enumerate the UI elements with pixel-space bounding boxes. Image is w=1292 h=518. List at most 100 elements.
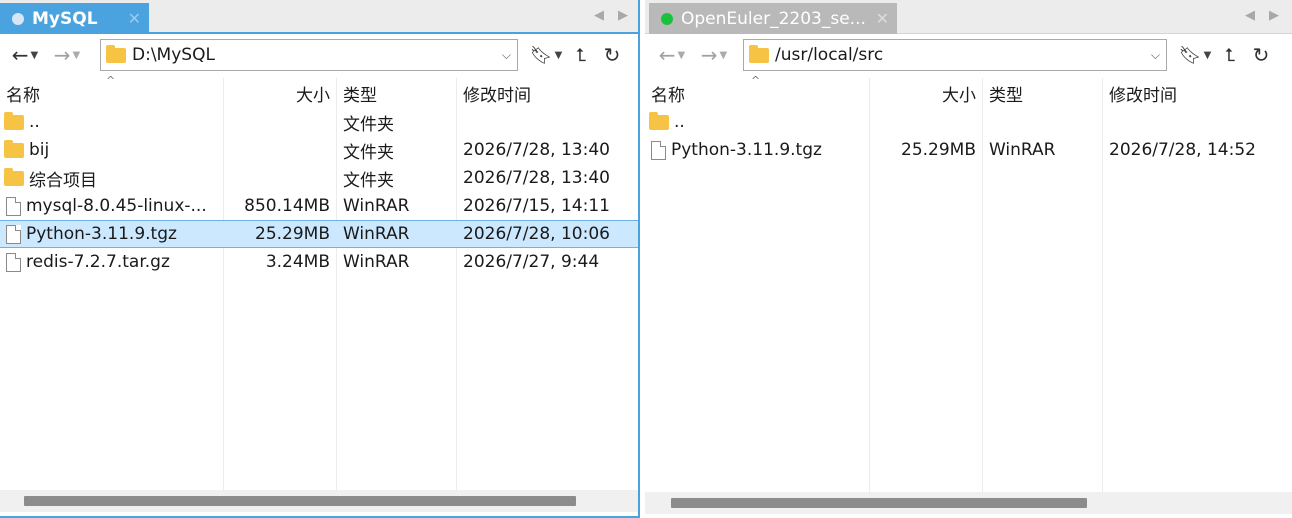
tab-mysql[interactable]: MySQL ✕ [0, 3, 149, 34]
arrow-right-icon: → [53, 43, 71, 67]
column-type-header[interactable]: 类型 [343, 78, 377, 108]
file-type: WinRAR [343, 224, 410, 244]
chevron-down-icon: ▼ [554, 49, 563, 61]
folder-icon [4, 139, 24, 158]
chevron-down-icon: ▼ [1203, 49, 1212, 61]
file-type: 文件夹 [343, 114, 394, 135]
parent-folder-button[interactable]: ⮤ [566, 41, 596, 69]
tab-openeuler[interactable]: OpenEuler_2203_se... ✕ [649, 3, 897, 34]
back-button[interactable]: ← ▼ [651, 41, 693, 69]
bookmark-button[interactable]: 🔖︎ ▼ [1175, 41, 1215, 69]
path-input[interactable]: /usr/local/src ⌵ [743, 39, 1167, 71]
chevron-down-icon[interactable]: ⌵ [1151, 48, 1160, 63]
scrollbar-thumb[interactable] [24, 496, 576, 506]
bookmark-icon: 🔖︎ [1178, 44, 1202, 66]
folder-icon [4, 167, 24, 186]
file-type: WinRAR [343, 252, 410, 272]
column-name-header[interactable]: 名称 [6, 78, 40, 108]
refresh-button[interactable]: ↻ [1245, 41, 1277, 69]
scrollbar-thumb[interactable] [671, 498, 1087, 508]
file-modified: 2026/7/28, 13:40 [463, 140, 610, 160]
horizontal-scrollbar[interactable] [645, 492, 1292, 514]
file-type: WinRAR [343, 196, 410, 216]
path-text: /usr/local/src [775, 45, 884, 65]
bookmark-button[interactable]: 🔖︎ ▼ [526, 41, 566, 69]
chevron-down-icon: ▼ [677, 49, 686, 61]
file-name: bij [29, 140, 50, 160]
file-size: 850.14MB [244, 196, 330, 216]
close-icon[interactable]: ✕ [128, 9, 141, 28]
column-size-header[interactable]: 大小 [870, 78, 976, 108]
list-item[interactable]: mysql-8.0.45-linux-... 850.14MB WinRAR 2… [0, 192, 638, 220]
path-input[interactable]: D:\MySQL ⌵ [100, 39, 518, 71]
right-file-pane: OpenEuler_2203_se... ✕ ◀ ▶ ← ▼ → ▼ /usr/lo… [645, 0, 1292, 518]
column-name-header[interactable]: 名称 [651, 78, 685, 108]
file-name: Python-3.11.9.tgz [671, 140, 822, 160]
list-item-selected[interactable]: Python-3.11.9.tgz 25.29MB WinRAR 2026/7/… [0, 220, 638, 248]
file-type: 文件夹 [343, 170, 394, 191]
column-header: ^ 名称 大小 类型 修改时间 [0, 74, 638, 108]
left-toolbar: ← ▼ → ▼ D:\MySQL ⌵ 🔖︎ ▼ ⮤ ↻ [0, 35, 638, 75]
refresh-icon: ↻ [603, 43, 621, 67]
sort-ascending-icon: ^ [751, 74, 761, 87]
parent-folder-icon: ⮤ [1224, 44, 1236, 66]
back-button[interactable]: ← ▼ [4, 41, 46, 69]
file-modified: 2026/7/28, 14:52 [1109, 140, 1256, 160]
column-modified-header[interactable]: 修改时间 [463, 78, 531, 108]
list-item[interactable]: .. 文件夹 [0, 108, 638, 136]
parent-folder-icon: ⮤ [575, 44, 587, 66]
list-item[interactable]: 综合项目 文件夹 2026/7/28, 13:40 [0, 164, 638, 192]
folder-icon [649, 111, 669, 130]
refresh-icon: ↻ [1252, 43, 1270, 67]
tab-title: OpenEuler_2203_se... [681, 8, 866, 29]
file-size: 25.29MB [901, 140, 976, 160]
left-tab-bar: MySQL ✕ ◀ ▶ [0, 0, 638, 34]
file-icon [6, 252, 21, 272]
folder-icon [749, 44, 769, 63]
list-item[interactable]: Python-3.11.9.tgz 25.29MB WinRAR 2026/7/… [645, 136, 1292, 164]
refresh-button[interactable]: ↻ [596, 41, 628, 69]
chevron-down-icon[interactable]: ⌵ [502, 48, 511, 63]
arrow-left-icon: ← [11, 43, 29, 67]
list-item[interactable]: redis-7.2.7.tar.gz 3.24MB WinRAR 2026/7/… [0, 248, 638, 276]
tab-title: MySQL [32, 8, 98, 29]
folder-icon [4, 111, 24, 130]
file-size: 3.24MB [265, 252, 330, 272]
file-list: .. 文件夹 bij 文件夹 2026/7/28, 13:40 综合项目 文件夹… [0, 108, 638, 276]
chevron-down-icon: ▼ [72, 49, 81, 61]
file-name: .. [674, 112, 685, 132]
folder-icon [106, 44, 126, 63]
connection-status-icon [661, 12, 673, 25]
parent-folder-button[interactable]: ⮤ [1215, 41, 1245, 69]
connection-status-icon [12, 12, 24, 25]
file-icon [6, 196, 21, 216]
list-item[interactable]: bij 文件夹 2026/7/28, 13:40 [0, 136, 638, 164]
right-toolbar: ← ▼ → ▼ /usr/local/src ⌵ 🔖︎ ▼ ⮤ ↻ [645, 35, 1292, 75]
file-name: 综合项目 [29, 170, 97, 191]
forward-button[interactable]: → ▼ [46, 41, 88, 69]
file-modified: 2026/7/28, 13:40 [463, 168, 610, 188]
tab-scroll-right-icon[interactable]: ▶ [618, 8, 628, 23]
forward-button[interactable]: → ▼ [693, 41, 735, 69]
column-type-header[interactable]: 类型 [989, 78, 1023, 108]
column-header: ^ 名称 大小 类型 修改时间 [645, 74, 1292, 108]
path-text: D:\MySQL [132, 45, 215, 65]
close-icon[interactable]: ✕ [876, 9, 889, 28]
file-name: redis-7.2.7.tar.gz [26, 252, 170, 272]
column-size-header[interactable]: 大小 [224, 78, 330, 108]
file-size: 25.29MB [255, 224, 330, 244]
chevron-down-icon: ▼ [30, 49, 39, 61]
tab-scroll-left-icon[interactable]: ◀ [1245, 8, 1255, 23]
list-item[interactable]: .. [645, 108, 1292, 136]
file-type: WinRAR [989, 140, 1056, 160]
column-modified-header[interactable]: 修改时间 [1109, 78, 1177, 108]
sort-ascending-icon: ^ [106, 74, 116, 87]
file-list: .. Python-3.11.9.tgz 25.29MB WinRAR 2026… [645, 108, 1292, 164]
file-icon [6, 224, 21, 244]
arrow-right-icon: → [700, 43, 718, 67]
tab-scroll-right-icon[interactable]: ▶ [1269, 8, 1279, 23]
horizontal-scrollbar[interactable] [0, 490, 638, 512]
tab-scroll-left-icon[interactable]: ◀ [594, 8, 604, 23]
bookmark-icon: 🔖︎ [529, 44, 553, 66]
file-type: 文件夹 [343, 142, 394, 163]
